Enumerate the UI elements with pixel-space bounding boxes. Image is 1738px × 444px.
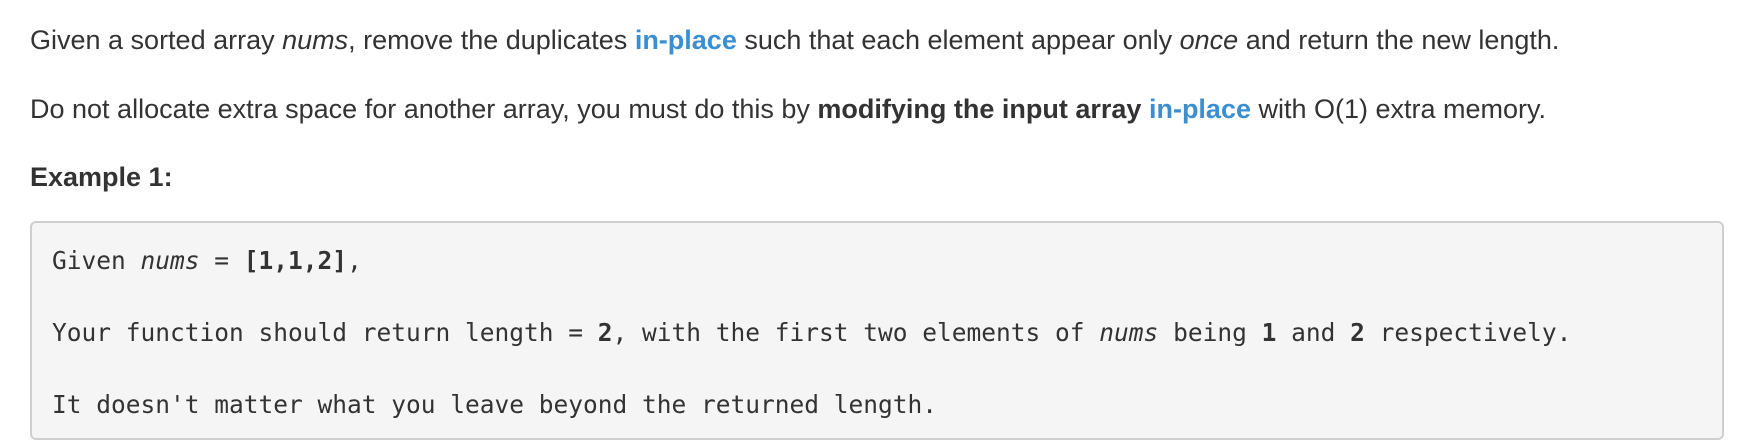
statement-text-3: such that each element appear only	[736, 25, 1180, 55]
code-line-3-text: It doesn't matter what you leave beyond …	[52, 390, 938, 419]
code-line-1: Given nums = [1,1,2],	[52, 244, 362, 278]
code-line-2-text-1: Your function should return length =	[52, 318, 598, 347]
example-code-block: Given nums = [1,1,2], Your function shou…	[30, 221, 1724, 440]
statement-nums-variable: nums	[282, 25, 349, 55]
constraint-text-1: Do not allocate extra space for another …	[30, 94, 818, 124]
in-place-link[interactable]: in-place	[635, 25, 737, 55]
code-line-2: Your function should return length = 2, …	[52, 316, 1571, 350]
in-place-link-2[interactable]: in-place	[1149, 94, 1251, 124]
code-line-2-text-3: being	[1158, 318, 1262, 347]
code-line-1-text-1: Given	[52, 246, 141, 275]
code-line-2-text-4: and	[1276, 318, 1351, 347]
code-line-2-value-2: 2	[1350, 318, 1365, 347]
code-line-2-text-2: , with the first two elements of	[612, 318, 1100, 347]
constraint-bold-text: modifying the input array	[817, 94, 1142, 124]
code-line-2-length-value: 2	[597, 318, 613, 347]
problem-statement-paragraph: Given a sorted array nums, remove the du…	[30, 23, 1559, 57]
code-line-1-text-2: =	[199, 246, 244, 275]
constraint-paragraph: Do not allocate extra space for another …	[30, 92, 1546, 126]
statement-text-2: , remove the duplicates	[348, 25, 635, 55]
code-line-2-nums: nums	[1099, 318, 1159, 347]
code-line-3: It doesn't matter what you leave beyond …	[52, 388, 937, 422]
constraint-space	[1141, 94, 1149, 124]
page: { "paragraph1": { "t1": "Given a sorted …	[0, 0, 1738, 444]
statement-once-emphasis: once	[1179, 25, 1239, 55]
code-line-2-value-1: 1	[1261, 318, 1277, 347]
statement-text-4: and return the new length.	[1238, 25, 1560, 55]
constraint-text-2: with O(1) extra memory.	[1250, 94, 1547, 124]
code-line-1-array: [1,1,2]	[243, 246, 348, 275]
code-line-1-text-3: ,	[347, 246, 362, 275]
code-line-1-nums: nums	[140, 246, 200, 275]
statement-text-1: Given a sorted array	[30, 25, 283, 55]
example-heading: Example 1:	[30, 162, 173, 192]
code-line-2-text-5: respectively.	[1364, 318, 1572, 347]
